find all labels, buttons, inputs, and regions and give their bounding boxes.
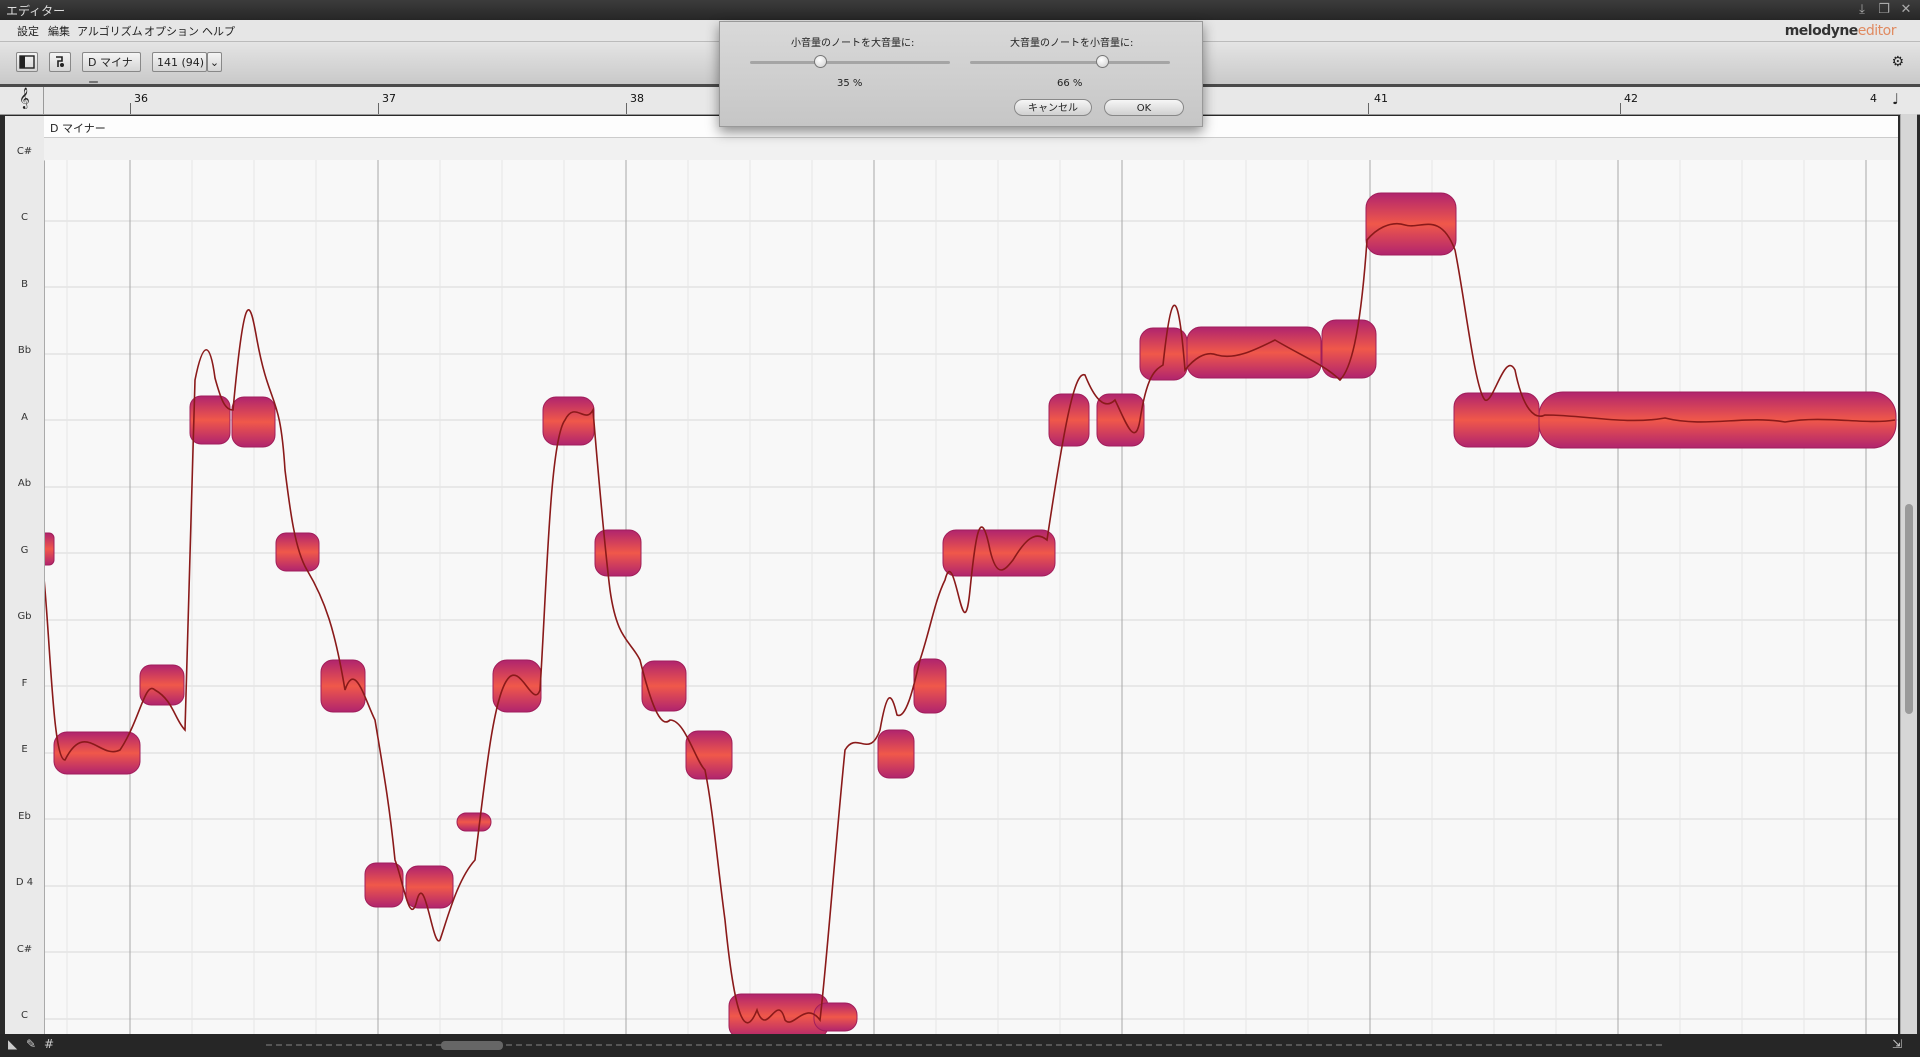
pitch-label: Gb bbox=[17, 611, 32, 622]
menu-edit[interactable]: 編集 bbox=[48, 23, 70, 39]
pitch-label: Ab bbox=[17, 478, 32, 489]
pitch-label: B bbox=[21, 279, 28, 290]
note-blob bbox=[594, 529, 642, 577]
right-slider-knob[interactable] bbox=[1095, 55, 1109, 68]
ok-button[interactable]: OK bbox=[1104, 99, 1184, 116]
note-blob bbox=[1096, 393, 1145, 447]
note-value-icon[interactable]: ♩ bbox=[1892, 90, 1899, 108]
bottom-bar: ◣ ✎ # ⇲ bbox=[0, 1034, 1920, 1057]
note-grid[interactable] bbox=[45, 160, 1898, 1034]
pitch-ruler[interactable]: C# C B Bb A Ab G Gb F E Eb D 4 C# C bbox=[5, 116, 45, 1034]
arrow-tool-icon[interactable]: ◣ bbox=[8, 1037, 17, 1051]
menu-settings[interactable]: 設定 bbox=[17, 23, 39, 39]
note-blob bbox=[231, 396, 276, 448]
note-blob bbox=[1321, 319, 1377, 379]
grid-icon[interactable]: # bbox=[44, 1037, 54, 1051]
pencil-icon[interactable]: ✎ bbox=[26, 1037, 36, 1051]
menu-algorithm[interactable]: アルゴリズム bbox=[77, 23, 143, 39]
note-blob bbox=[405, 865, 454, 909]
window-title: エディター bbox=[6, 4, 66, 18]
bar-number: 4 bbox=[1870, 92, 1877, 105]
note-blob bbox=[456, 812, 492, 832]
bar-number: 38 bbox=[630, 92, 644, 105]
pitch-label: C bbox=[21, 1010, 28, 1021]
pitch-label: Eb bbox=[18, 811, 31, 822]
horizontal-scroll-thumb[interactable] bbox=[441, 1041, 503, 1050]
zoom-icon[interactable]: ⇲ bbox=[1892, 1037, 1902, 1051]
note-blob bbox=[139, 664, 185, 706]
note-blob bbox=[542, 396, 595, 446]
pitch-label: D 4 bbox=[15, 877, 34, 888]
tempo-field[interactable]: 141 (94) bbox=[152, 52, 207, 72]
note-blob bbox=[320, 659, 366, 713]
note-blob bbox=[492, 659, 542, 713]
note-blob bbox=[275, 532, 320, 572]
volume-dialog: 小音量のノートを大音量に: 35 % 大音量のノートを小音量に: 66 % キャ… bbox=[719, 21, 1203, 127]
pitch-label: C# bbox=[16, 146, 33, 157]
tempo-dropdown[interactable]: ⌄ bbox=[207, 52, 222, 72]
pitch-label: A bbox=[21, 412, 28, 423]
restore-icon[interactable]: ❐ bbox=[1876, 2, 1892, 18]
chevron-down-icon: ⌄ bbox=[209, 56, 220, 69]
right-value: 66 % bbox=[1057, 78, 1083, 89]
treble-clef-icon: 𝄞 bbox=[19, 88, 30, 109]
left-value: 35 % bbox=[837, 78, 863, 89]
note-blob bbox=[45, 532, 55, 566]
right-slider-label: 大音量のノートを小音量に: bbox=[1010, 38, 1134, 49]
note-blob bbox=[1453, 392, 1540, 448]
close-icon[interactable]: ✕ bbox=[1898, 2, 1914, 18]
note-blob bbox=[877, 729, 915, 779]
pitch-label: E bbox=[21, 744, 28, 755]
note-blob bbox=[364, 862, 404, 908]
menu-options[interactable]: オプション bbox=[144, 23, 199, 39]
clef-button[interactable]: 𝄞 bbox=[5, 87, 44, 114]
note-blob bbox=[1186, 326, 1322, 379]
right-slider[interactable] bbox=[970, 55, 1170, 68]
pitch-label: F bbox=[21, 678, 28, 689]
gear-icon[interactable]: ⚙ bbox=[1891, 54, 1904, 70]
pitch-tool-button[interactable] bbox=[49, 52, 71, 72]
pitch-tool-icon bbox=[56, 56, 64, 67]
pitch-label: G bbox=[20, 545, 29, 556]
left-slider-label: 小音量のノートを大音量に: bbox=[791, 38, 915, 49]
title-bar: エディター ⤓ ❐ ✕ bbox=[0, 0, 1920, 20]
sidebar-toggle-button[interactable] bbox=[16, 52, 38, 72]
note-blob bbox=[1365, 192, 1457, 256]
note-blob bbox=[685, 730, 733, 780]
minimize-icon[interactable]: ⤓ bbox=[1854, 2, 1870, 18]
chord-band bbox=[44, 138, 1898, 161]
scale-selector[interactable]: D マイナー bbox=[82, 52, 141, 89]
pitch-label: C# bbox=[16, 944, 33, 955]
bar-number: 41 bbox=[1374, 92, 1388, 105]
left-slider-knob[interactable] bbox=[813, 55, 827, 68]
sidebar-toggle-icon bbox=[19, 55, 35, 69]
scale-label: D マイナー bbox=[50, 122, 106, 135]
note-blob bbox=[641, 660, 687, 712]
note-blob bbox=[1048, 393, 1090, 447]
bar-number: 42 bbox=[1624, 92, 1638, 105]
bar-number: 37 bbox=[382, 92, 396, 105]
bar-number: 36 bbox=[134, 92, 148, 105]
pitch-label: C bbox=[21, 212, 28, 223]
scrollbar-thumb[interactable] bbox=[1905, 504, 1913, 714]
note-canvas[interactable] bbox=[45, 160, 1898, 1034]
cancel-button[interactable]: キャンセル bbox=[1014, 99, 1092, 116]
melodyne-logo: melodyneeditor bbox=[1784, 23, 1897, 39]
left-slider[interactable] bbox=[750, 55, 950, 68]
vertical-scrollbar[interactable] bbox=[1900, 114, 1917, 1034]
pitch-label: Bb bbox=[17, 345, 32, 356]
menu-help[interactable]: ヘルプ bbox=[202, 23, 235, 39]
